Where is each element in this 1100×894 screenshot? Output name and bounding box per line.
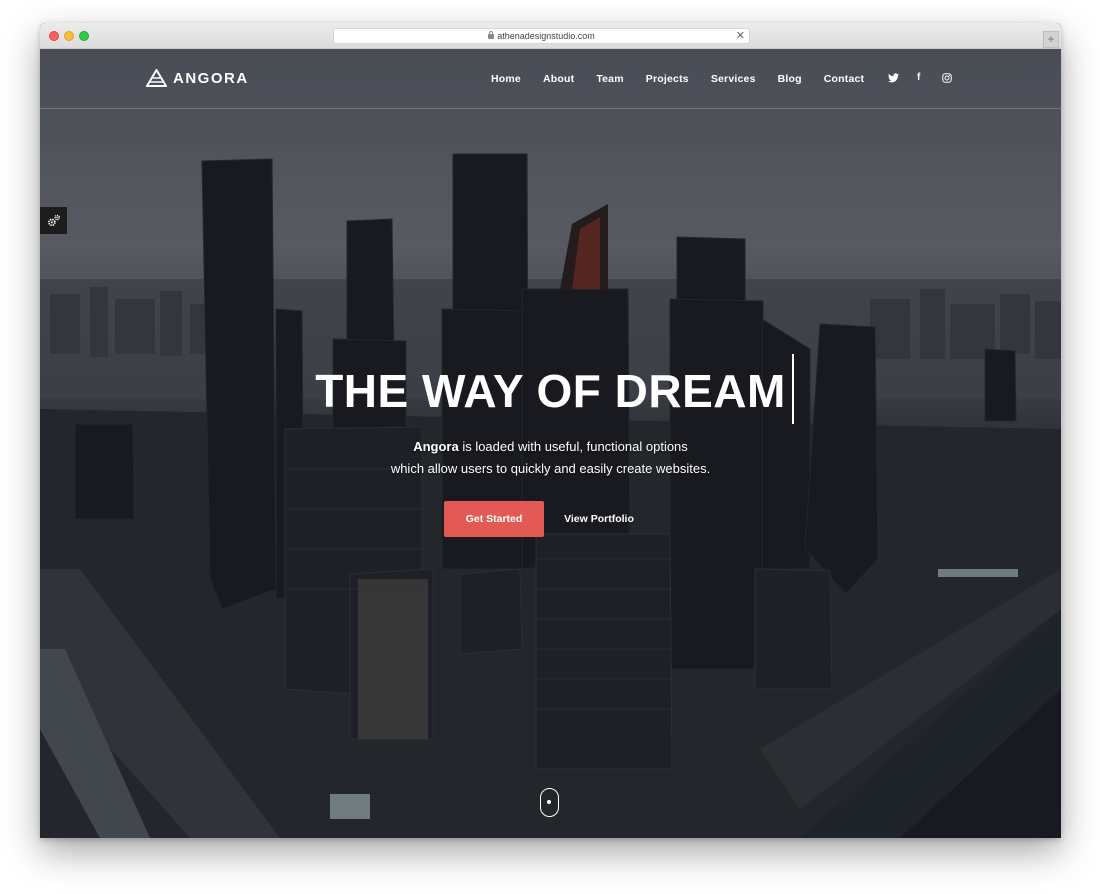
site-logo[interactable]: ANGORA xyxy=(146,69,249,87)
url-text: athenadesignstudio.com xyxy=(497,31,595,41)
address-bar[interactable]: athenadesignstudio.com ✕ xyxy=(333,28,750,44)
instagram-icon[interactable] xyxy=(942,73,952,83)
settings-toggle-button[interactable] xyxy=(40,207,67,234)
minimize-window-button[interactable] xyxy=(64,31,74,41)
nav-item-blog[interactable]: Blog xyxy=(778,73,802,85)
close-window-button[interactable] xyxy=(49,31,59,41)
hero-description-brand: Angora xyxy=(413,439,459,454)
hero-description-line1: is loaded with useful, functional option… xyxy=(458,439,688,454)
nav-item-services[interactable]: Services xyxy=(711,73,756,85)
nav-item-about[interactable]: About xyxy=(543,73,574,85)
facebook-icon[interactable]: f xyxy=(917,72,920,83)
nav-item-team[interactable]: Team xyxy=(596,73,623,85)
nav-item-contact[interactable]: Contact xyxy=(824,73,864,85)
typing-cursor xyxy=(792,354,794,424)
view-portfolio-link[interactable]: View Portfolio xyxy=(555,501,643,537)
get-started-button[interactable]: Get Started xyxy=(444,501,544,537)
nav-item-projects[interactable]: Projects xyxy=(646,73,689,85)
logo-text: ANGORA xyxy=(173,69,249,87)
scroll-dot xyxy=(547,800,551,804)
nav-item-home[interactable]: Home xyxy=(491,73,521,85)
new-tab-button[interactable]: + xyxy=(1043,31,1059,48)
logo-icon xyxy=(146,69,167,87)
browser-titlebar: athenadesignstudio.com ✕ + xyxy=(40,23,1061,49)
main-nav: Home About Team Projects Services Blog C… xyxy=(491,73,886,85)
lock-icon xyxy=(488,31,495,39)
browser-window: athenadesignstudio.com ✕ + ANGORA Home A… xyxy=(40,23,1061,838)
hero-description: Angora is loaded with useful, functional… xyxy=(40,436,1061,480)
close-icon[interactable]: ✕ xyxy=(736,29,745,43)
hero-description-line2: which allow users to quickly and easily … xyxy=(390,461,711,476)
hero-section: ANGORA Home About Team Projects Services… xyxy=(40,49,1061,838)
scroll-down-indicator[interactable] xyxy=(540,788,559,817)
site-navbar: ANGORA Home About Team Projects Services… xyxy=(40,49,1061,109)
gears-icon xyxy=(47,214,60,226)
twitter-icon[interactable] xyxy=(888,73,899,83)
hero-headline: THE WAY OF DREAM xyxy=(315,365,786,417)
maximize-window-button[interactable] xyxy=(79,31,89,41)
